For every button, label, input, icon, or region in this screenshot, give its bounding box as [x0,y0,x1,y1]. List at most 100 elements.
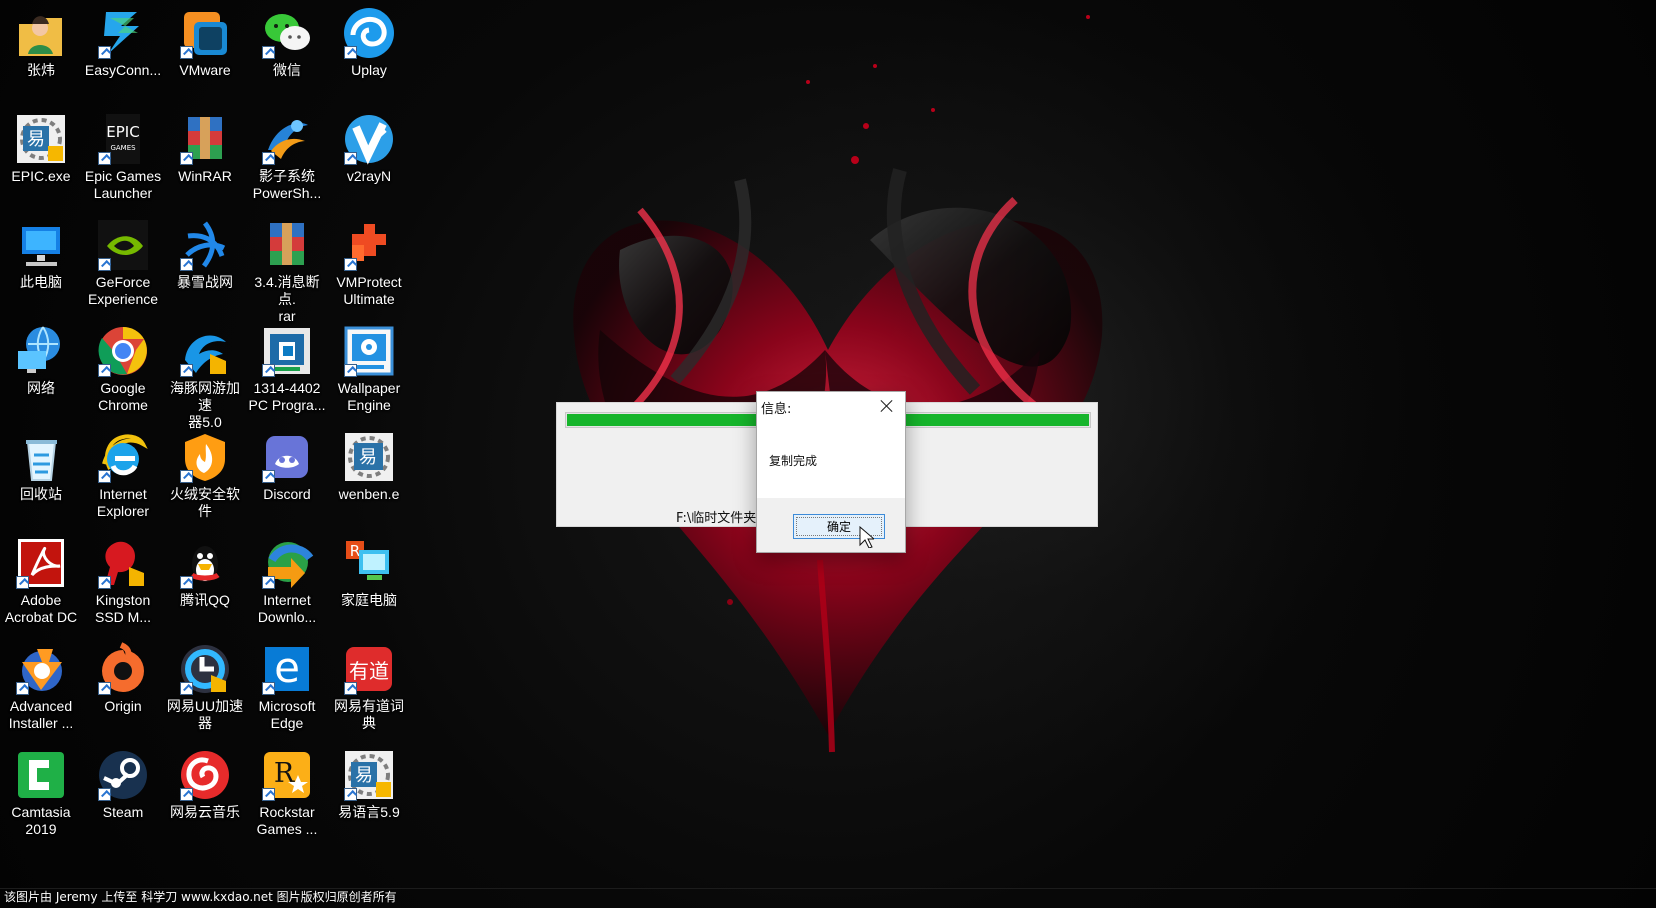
shortcut-arrow-icon [344,364,357,377]
shortcut-arrow-icon [98,152,111,165]
desktop-icon-rockstar[interactable]: R Rockstar Games ... [246,742,328,838]
desktop-icon-recycle-bin[interactable]: 回收站 [0,424,82,520]
desktop-icon-label: Internet Downlo... [257,592,317,625]
edge-icon: e [260,642,314,696]
desktop-icon-geforce[interactable]: GeForce Experience [82,212,164,308]
shortcut-arrow-icon [98,576,111,589]
desktop-icon-label: wenben.e [338,486,400,502]
shortcut-arrow-icon [98,470,111,483]
svg-text:易: 易 [359,447,377,468]
desktop-icon-user-folder[interactable]: 张炜 [0,0,82,96]
desktop-icon-label: EasyConn... [84,62,162,78]
desktop-icon-internet-explorer[interactable]: Internet Explorer [82,424,164,520]
desktop-icon-epic-games[interactable]: EPIC GAMES Epic Games Launcher [82,106,164,202]
desktop-icon-label: VMware [179,62,231,78]
desktop-icon-label: Adobe Acrobat DC [4,592,78,625]
shortcut-arrow-icon [180,152,193,165]
svg-text:易: 易 [355,765,373,786]
shortcut-arrow-icon [262,364,275,377]
shortcut-arrow-icon [262,470,275,483]
wallpaper-engine-icon [342,324,396,378]
desktop-icon-discord[interactable]: Discord [246,424,328,520]
desktop-icon-vmprotect[interactable]: VMProtect Ultimate [328,212,410,308]
desktop-icon-chrome[interactable]: Google Chrome [82,318,164,414]
desktop-icon-steam[interactable]: Steam [82,742,164,838]
desktop-icon-label: Kingston SSD M... [94,592,151,625]
vmprotect-icon [342,218,396,272]
shortcut-arrow-icon [98,682,111,695]
desktop-icon-origin[interactable]: Origin [82,636,164,732]
desktop-icon-label: Microsoft Edge [258,698,316,731]
network-icon [14,324,68,378]
desktop-icon-label: 回收站 [20,486,62,502]
acrobat-icon [14,536,68,590]
shortcut-arrow-icon [180,258,193,271]
desktop-icon-home-computer[interactable]: R 家庭电脑 [328,530,410,626]
desktop-icon-eyuyan[interactable]: 易 易语言5.9 [328,742,410,838]
desktop-icon-kingston[interactable]: Kingston SSD M... [82,530,164,626]
shortcut-arrow-icon [180,470,193,483]
vmware-icon [178,6,232,60]
wechat-icon [260,6,314,60]
svg-text:e: e [274,643,300,692]
shortcut-arrow-icon [98,788,111,801]
desktop-icon-this-pc[interactable]: 此电脑 [0,212,82,308]
desktop-icon-advanced-installer[interactable]: Advanced Installer ... [0,636,82,732]
desktop-icon-pc-program[interactable]: 1314-4402 PC Progra... [246,318,328,414]
svg-text:GAMES: GAMES [110,144,136,152]
desktop-icon-v2rayn[interactable]: v2rayN [328,106,410,202]
desktop-icon-label: 微信 [273,62,301,78]
desktop-icon-label: 网易云音乐 [170,804,240,820]
watermark-text: 该图片由 Jeremy 上传至 科学刀 www.kxdao.net 图片版权归原… [4,890,397,904]
desktop-icon-internet-download[interactable]: Internet Downlo... [246,530,328,626]
desktop-icon-uu-accelerator[interactable]: 网易UU加速 器 [164,636,246,732]
desktop-icon-label: 火绒安全软件 [170,486,240,519]
desktop-icon-uplay[interactable]: Uplay [328,0,410,96]
desktop-icon-huorong-security[interactable]: 火绒安全软件 [164,424,246,520]
wenben-icon: 易 [342,430,396,484]
rar-file-icon [260,218,314,272]
shortcut-arrow-icon [344,152,357,165]
qq-icon [178,536,232,590]
desktop-icon-label: 张炜 [27,62,55,78]
desktop-icon-shadow-system[interactable]: 影子系统 PowerSh... [246,106,328,202]
desktop-icon-wallpaper-engine[interactable]: Wallpaper Engine [328,318,410,414]
desktop-icon-camtasia[interactable]: Camtasia 2019 [0,742,82,838]
desktop-icon-epic-exe[interactable]: 易 EPIC.exe [0,106,82,202]
desktop-icon-winrar[interactable]: WinRAR [164,106,246,202]
desktop-icon-qq[interactable]: 腾讯QQ [164,530,246,626]
shortcut-arrow-icon [262,788,275,801]
desktop-icon-netease-music[interactable]: 网易云音乐 [164,742,246,838]
shortcut-arrow-icon [16,576,29,589]
shortcut-arrow-icon [98,364,111,377]
home-computer-icon: R [342,536,396,590]
desktop-icon-acrobat[interactable]: Adobe Acrobat DC [0,530,82,626]
desktop-icon-label: Advanced Installer ... [8,698,74,731]
desktop-icon-label: Origin [104,698,142,714]
desktop-icon-wechat[interactable]: 微信 [246,0,328,96]
dialog-message: 复制完成 [769,454,818,468]
info-dialog: 信息: 复制完成 确定 [756,391,906,553]
mouse-cursor-icon [859,526,874,548]
desktop-icon-network[interactable]: 网络 [0,318,82,414]
youdao-dictionary-icon: 有道 [342,642,396,696]
shortcut-arrow-icon [344,46,357,59]
shortcut-arrow-icon [180,788,193,801]
discord-icon [260,430,314,484]
shortcut-arrow-icon [344,258,357,271]
desktop-icon-easyconnect[interactable]: EasyConn... [82,0,164,96]
kingston-icon [96,536,150,590]
desktop-icon-dolphin-accelerator[interactable]: 海豚网游加速 器5.0 [164,318,246,430]
desktop-icon-rar-file[interactable]: 3.4.消息断点. rar [246,212,328,324]
desktop-icon-vmware[interactable]: VMware [164,0,246,96]
close-icon[interactable] [879,398,895,414]
desktop-icon-battlenet[interactable]: 暴雪战网 [164,212,246,308]
desktop-icon-edge[interactable]: e Microsoft Edge [246,636,328,732]
chrome-icon [96,324,150,378]
shortcut-arrow-icon [344,788,357,801]
desktop-icon-wenben[interactable]: 易 wenben.e [328,424,410,520]
this-pc-icon [14,218,68,272]
shortcut-arrow-icon [180,682,193,695]
desktop-icon-youdao-dictionary[interactable]: 有道 网易有道词典 [328,636,410,732]
desktop-icon-label: Internet Explorer [96,486,150,519]
